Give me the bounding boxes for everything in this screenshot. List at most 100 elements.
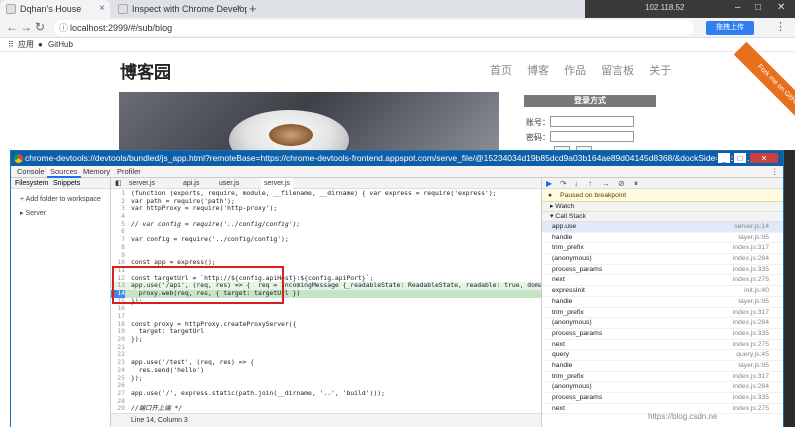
nav-home[interactable]: 首页 [490, 65, 512, 77]
bookmark-apps[interactable]: 应用 [18, 38, 34, 52]
call-frame[interactable]: next index.js:275 [542, 275, 783, 287]
frame-location[interactable]: layer.js:95 [738, 297, 769, 308]
minimize-icon[interactable]: _ [717, 152, 731, 164]
close-icon[interactable]: ✕ [777, 2, 785, 13]
browser-tab-blog[interactable]: Dqhan's House × [0, 0, 110, 18]
bookmark-github[interactable]: GitHub [48, 38, 73, 52]
frame-location[interactable]: index.js:284 [733, 254, 769, 265]
frame-location[interactable]: index.js:317 [733, 243, 769, 254]
call-frame[interactable]: (anonymous) index.js:284 [542, 382, 783, 393]
deactivate-breakpoints-icon[interactable]: ⊘ [618, 178, 625, 189]
code-line[interactable]: 8 [111, 243, 541, 252]
call-frame[interactable]: trim_prefix index.js:317 [542, 308, 783, 319]
username-input[interactable] [550, 116, 634, 127]
add-folder-link[interactable]: + Add folder to workspace [20, 196, 101, 203]
nav-about[interactable]: 关于 [649, 65, 671, 77]
apps-icon[interactable]: ⠿ [8, 38, 14, 52]
frame-location[interactable]: layer.js:95 [738, 361, 769, 372]
pause-exceptions-icon[interactable]: ⏸ [634, 178, 638, 189]
frame-location[interactable]: index.js:275 [733, 275, 769, 286]
call-stack-section[interactable]: ▾ Call Stack [542, 212, 783, 222]
code-line[interactable]: 7 var config = require('../config/config'… [111, 235, 541, 244]
close-icon[interactable]: × [99, 0, 105, 18]
step-over-icon[interactable]: ↷ [560, 178, 567, 189]
code-line[interactable]: 21 [111, 343, 541, 352]
sidebar-toggle-icon[interactable]: ◧ [115, 178, 122, 189]
tab-memory[interactable]: Memory [83, 166, 110, 178]
call-frame[interactable]: handle layer.js:95 [542, 233, 783, 244]
nav-works[interactable]: 作品 [564, 65, 586, 77]
frame-location[interactable]: init.js:40 [744, 286, 769, 297]
file-tab[interactable]: user.js [219, 178, 239, 189]
call-frame[interactable]: app.use server.js:14 [542, 222, 783, 233]
fork-ribbon[interactable]: Fork me on GitHub [733, 41, 795, 133]
close-icon[interactable]: × [236, 0, 242, 18]
call-frame[interactable]: trim_prefix index.js:317 [542, 243, 783, 255]
call-frame[interactable]: (anonymous) index.js:284 [542, 318, 783, 329]
more-icon[interactable]: ⋮ [771, 166, 779, 178]
call-frame[interactable]: expressInit init.js:40 [542, 286, 783, 297]
devtools-window-title: chrome-devtools://devtools/bundled/js_ap… [25, 153, 755, 163]
url-input[interactable]: ⓘ localhost:2999/#/sub/blog [54, 20, 694, 36]
minimize-icon[interactable]: – [735, 2, 741, 13]
call-frame[interactable]: query query.js:45 [542, 350, 783, 361]
close-icon[interactable]: ✕ [749, 152, 779, 164]
frame-location[interactable]: index.js:317 [733, 372, 769, 383]
call-frame[interactable]: handle layer.js:95 [542, 361, 783, 372]
code-line[interactable]: 16 [111, 305, 541, 313]
call-frame[interactable]: trim_prefix index.js:317 [542, 372, 783, 383]
call-frame[interactable]: next index.js:275 [542, 340, 783, 351]
frame-function: next [552, 276, 565, 284]
call-frame[interactable]: handle layer.js:95 [542, 297, 783, 308]
frame-location[interactable]: index.js:335 [733, 265, 769, 276]
frame-location[interactable]: index.js:335 [733, 329, 769, 340]
file-tab[interactable]: api.js [183, 178, 199, 189]
code-line[interactable]: 25}); [111, 374, 541, 383]
password-input[interactable] [550, 131, 634, 142]
code-line[interactable]: 24 res.send('hello') [111, 366, 541, 375]
tab-filesystem[interactable]: Filesystem [15, 178, 48, 189]
browser-tab-inspect[interactable]: Inspect with Chrome Developer × [112, 0, 247, 18]
code-line[interactable]: 19 target: targetUrl [111, 328, 541, 336]
call-frame[interactable]: (anonymous) index.js:284 [542, 254, 783, 265]
resume-icon[interactable]: ▶ [546, 178, 552, 189]
menu-icon[interactable]: ⋮ [775, 20, 786, 33]
tab-console[interactable]: Console [17, 166, 45, 178]
step-icon[interactable]: → [602, 178, 610, 189]
reload-icon[interactable]: ↻ [35, 20, 45, 34]
tab-sources[interactable]: Sources [47, 166, 81, 178]
step-into-icon[interactable]: ↓ [574, 178, 578, 189]
call-frame[interactable]: process_params index.js:335 [542, 329, 783, 340]
tab-snippets[interactable]: Snippets [53, 178, 80, 189]
maximize-icon[interactable]: □ [733, 152, 747, 164]
file-tab[interactable]: server.js [129, 178, 155, 189]
watch-section[interactable]: ▸ Watch [542, 202, 783, 212]
frame-location[interactable]: layer.js:95 [738, 233, 769, 244]
frame-location[interactable]: index.js:275 [733, 340, 769, 351]
upload-button[interactable]: 拖拽上传 [706, 21, 754, 35]
frame-location[interactable]: server.js:14 [734, 222, 769, 233]
frame-location[interactable]: index.js:284 [733, 382, 769, 393]
call-frame[interactable]: process_params index.js:335 [542, 265, 783, 276]
frame-location[interactable]: index.js:275 [733, 404, 769, 415]
code-line[interactable]: 27 app.use('/', express.static(path.join(… [111, 389, 541, 398]
code-line[interactable]: 3 var httpProxy = require('http-proxy'); [111, 205, 541, 213]
code-line[interactable]: 20}); [111, 335, 541, 344]
back-icon[interactable]: ← [6, 20, 18, 34]
frame-location[interactable]: index.js:335 [733, 393, 769, 404]
frame-location[interactable]: index.js:317 [733, 308, 769, 319]
call-frame[interactable]: process_params index.js:335 [542, 393, 783, 404]
step-out-icon[interactable]: ↑ [588, 178, 592, 189]
blog-logo[interactable]: 博客园 [120, 58, 171, 83]
frame-location[interactable]: query.js:45 [736, 350, 769, 361]
forward-icon[interactable]: → [20, 20, 32, 34]
new-tab-button[interactable]: + [249, 1, 257, 17]
maximize-icon[interactable]: □ [755, 2, 761, 13]
nav-guestbook[interactable]: 留言板 [601, 65, 634, 77]
frame-location[interactable]: index.js:284 [733, 318, 769, 329]
code-line[interactable]: 5// var config = require('../config/conf… [111, 220, 541, 229]
tab-profiler[interactable]: Profiler [117, 166, 141, 178]
nav-blog[interactable]: 博客 [527, 65, 549, 77]
folder-item-server[interactable]: ▸ Server [20, 209, 46, 217]
file-tab-active[interactable]: server.js [261, 178, 294, 189]
